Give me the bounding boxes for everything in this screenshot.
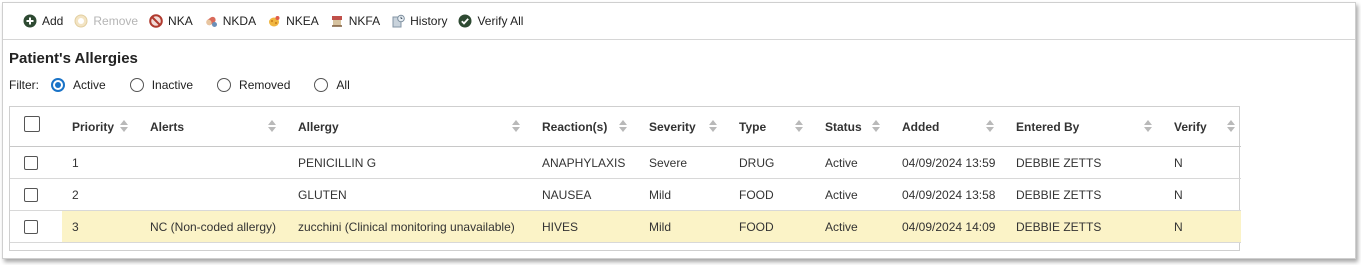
filter-inactive-radio[interactable]: Inactive bbox=[129, 78, 193, 92]
cell-priority: 1 bbox=[72, 155, 79, 170]
cell-verify: N bbox=[1174, 187, 1183, 202]
column-header-added[interactable]: Added bbox=[902, 107, 939, 146]
cell-severity: Severe bbox=[649, 155, 688, 170]
cell-type: FOOD bbox=[739, 187, 774, 202]
table-row[interactable]: 2 GLUTEN NAUSEA Mild FOOD Active 04/09/2… bbox=[10, 179, 1241, 211]
cell-verify: N bbox=[1174, 219, 1183, 234]
filter-active-radio[interactable]: Active bbox=[51, 78, 106, 92]
nkea-button[interactable]: NKEA bbox=[267, 14, 319, 28]
sort-icon[interactable] bbox=[619, 119, 627, 133]
cell-severity: Mild bbox=[649, 219, 672, 234]
cell-priority: 3 bbox=[72, 219, 79, 234]
cell-severity: Mild bbox=[649, 187, 672, 202]
filter-bar: Filter: Active Inactive Removed All bbox=[9, 78, 374, 92]
toolbar: Add Remove NKA NKDA NKEA NKFA History Ve… bbox=[3, 3, 1355, 40]
cell-added: 04/09/2024 13:58 bbox=[902, 187, 996, 202]
nka-icon bbox=[149, 14, 163, 28]
cell-added: 04/09/2024 14:09 bbox=[902, 219, 996, 234]
sort-icon[interactable] bbox=[512, 119, 520, 133]
cell-alerts: NC (Non-coded allergy) bbox=[150, 219, 277, 234]
verify-all-icon bbox=[458, 14, 472, 28]
cell-status: Active bbox=[825, 187, 858, 202]
radio-button[interactable] bbox=[217, 78, 232, 92]
row-checkbox[interactable] bbox=[24, 220, 38, 234]
cell-reactions: ANAPHYLAXIS bbox=[542, 155, 626, 170]
allergies-panel: Add Remove NKA NKDA NKEA NKFA History Ve… bbox=[2, 2, 1356, 259]
cell-verify: N bbox=[1174, 155, 1183, 170]
nkfa-icon bbox=[330, 14, 344, 28]
table-header: Priority Alerts Allergy Reaction(s) Seve… bbox=[10, 107, 1241, 147]
cell-type: DRUG bbox=[739, 155, 775, 170]
page-title: Patient's Allergies bbox=[9, 50, 138, 67]
radio-button[interactable] bbox=[314, 78, 329, 92]
allergies-table: Priority Alerts Allergy Reaction(s) Seve… bbox=[9, 106, 1241, 251]
cell-type: FOOD bbox=[739, 219, 774, 234]
sort-icon[interactable] bbox=[709, 119, 717, 133]
column-header-type[interactable]: Type bbox=[739, 107, 766, 146]
filter-label: Filter: bbox=[9, 78, 39, 92]
row-checkbox[interactable] bbox=[24, 188, 38, 202]
remove-button[interactable]: Remove bbox=[74, 14, 138, 28]
sort-icon[interactable] bbox=[1144, 119, 1152, 133]
table-row-selected[interactable]: 3 NC (Non-coded allergy) zucchini (Clini… bbox=[10, 211, 1241, 243]
sort-icon[interactable] bbox=[120, 119, 128, 133]
nka-button[interactable]: NKA bbox=[149, 14, 193, 28]
remove-icon bbox=[74, 14, 88, 28]
column-header-status[interactable]: Status bbox=[825, 107, 862, 146]
column-header-priority[interactable]: Priority bbox=[72, 107, 114, 146]
cell-entered-by: DEBBIE ZETTS bbox=[1016, 187, 1102, 202]
column-header-reactions[interactable]: Reaction(s) bbox=[542, 107, 607, 146]
cell-allergy: GLUTEN bbox=[298, 187, 347, 202]
select-all-checkbox[interactable] bbox=[24, 116, 40, 132]
cell-entered-by: DEBBIE ZETTS bbox=[1016, 155, 1102, 170]
cell-entered-by: DEBBIE ZETTS bbox=[1016, 219, 1102, 234]
nkea-icon bbox=[267, 14, 281, 28]
column-header-entered-by[interactable]: Entered By bbox=[1016, 107, 1079, 146]
nkfa-button[interactable]: NKFA bbox=[330, 14, 380, 28]
add-icon bbox=[23, 14, 37, 28]
add-button[interactable]: Add bbox=[23, 14, 63, 28]
verify-all-button[interactable]: Verify All bbox=[458, 14, 523, 28]
row-checkbox[interactable] bbox=[24, 156, 38, 170]
cell-allergy: PENICILLIN G bbox=[298, 155, 377, 170]
sort-icon[interactable] bbox=[986, 119, 994, 133]
radio-button-checked[interactable] bbox=[51, 78, 65, 92]
sort-icon[interactable] bbox=[1227, 119, 1235, 133]
column-header-severity[interactable]: Severity bbox=[649, 107, 696, 146]
filter-all-radio[interactable]: All bbox=[314, 78, 350, 92]
filter-removed-radio[interactable]: Removed bbox=[217, 78, 290, 92]
cell-added: 04/09/2024 13:59 bbox=[902, 155, 996, 170]
column-header-alerts[interactable]: Alerts bbox=[150, 107, 184, 146]
nkda-button[interactable]: NKDA bbox=[204, 14, 256, 28]
sort-icon[interactable] bbox=[872, 119, 880, 133]
sort-icon[interactable] bbox=[268, 119, 276, 133]
cell-reactions: NAUSEA bbox=[542, 187, 592, 202]
history-button[interactable]: History bbox=[391, 14, 447, 28]
history-icon bbox=[391, 14, 405, 28]
cell-status: Active bbox=[825, 155, 858, 170]
radio-button[interactable] bbox=[129, 78, 144, 92]
table-row[interactable]: 1 PENICILLIN G ANAPHYLAXIS Severe DRUG A… bbox=[10, 147, 1241, 179]
cell-allergy: zucchini (Clinical monitoring unavailabl… bbox=[298, 219, 515, 234]
cell-reactions: HIVES bbox=[542, 219, 579, 234]
column-header-allergy[interactable]: Allergy bbox=[298, 107, 339, 146]
column-header-verify[interactable]: Verify bbox=[1174, 107, 1207, 146]
cell-priority: 2 bbox=[72, 187, 79, 202]
nkda-icon bbox=[204, 14, 218, 28]
sort-icon[interactable] bbox=[795, 119, 803, 133]
cell-status: Active bbox=[825, 219, 858, 234]
